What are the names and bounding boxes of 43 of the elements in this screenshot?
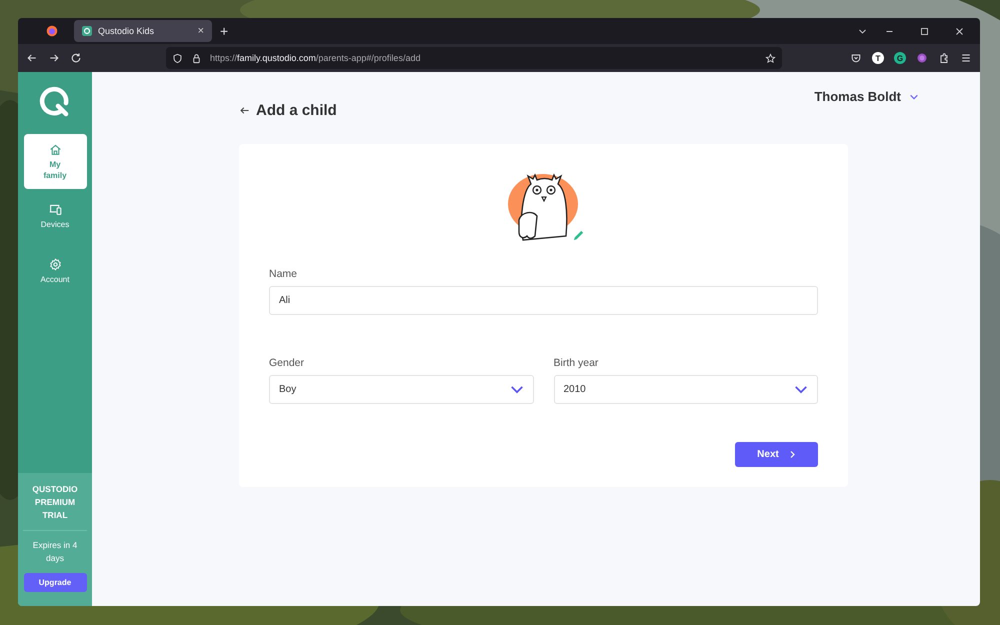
lock-icon [191,52,202,64]
upgrade-button[interactable]: Upgrade [24,573,86,592]
browser-tab[interactable]: Qustodio Kids × [74,20,212,42]
name-label: Name [269,268,298,280]
chevron-down-icon[interactable] [858,26,867,36]
next-button[interactable]: Next [735,442,818,467]
extension-badge[interactable]: T [872,52,884,64]
trial-expiry-text: Expires in 4 days [32,539,78,565]
back-arrow-icon[interactable] [239,105,250,116]
star-icon[interactable] [765,52,776,64]
birth-year-select[interactable]: 2010 [554,375,818,404]
tab-title: Qustodio Kids [98,26,156,36]
gender-select[interactable]: Boy [269,375,534,404]
chevron-down-icon [510,385,524,394]
pocket-icon[interactable] [850,52,862,64]
settings-icon [48,258,62,271]
close-icon[interactable] [955,26,964,36]
puzzle-icon[interactable] [938,52,950,64]
menu-icon[interactable] [960,52,972,64]
birth-year-label: Birth year [554,357,600,369]
forward-arrow-icon[interactable] [48,52,60,64]
browser-logo-icon[interactable] [46,25,58,37]
back-arrow-icon[interactable] [26,52,38,64]
new-tab-button[interactable]: + [220,23,228,39]
page-title: Add a child [256,102,337,119]
chevron-right-icon [788,450,796,459]
shield-icon [172,52,183,64]
trial-title: QUSTODIO PREMIUM TRIAL [23,483,87,531]
reload-icon[interactable] [70,52,82,64]
address-bar[interactable]: https://family.qustodio.com/parents-app#/profiles/add [166,47,782,69]
name-input[interactable]: Ali [269,286,818,315]
close-tab-button[interactable]: × [198,25,204,37]
url-text: https://family.qustodio.com/parents-app#/profiles/add [210,53,420,63]
gender-label: Gender [269,357,306,369]
q-logo-icon[interactable] [39,86,71,118]
q-favicon-icon [82,26,92,36]
devices-icon [48,203,62,216]
home-icon [48,142,62,156]
user-menu[interactable]: Thomas Boldt [814,89,919,104]
chevron-down-icon [794,385,808,394]
maximize-icon[interactable] [920,26,929,36]
cube-icon[interactable] [916,52,928,64]
extension-badge[interactable]: G [894,52,906,64]
